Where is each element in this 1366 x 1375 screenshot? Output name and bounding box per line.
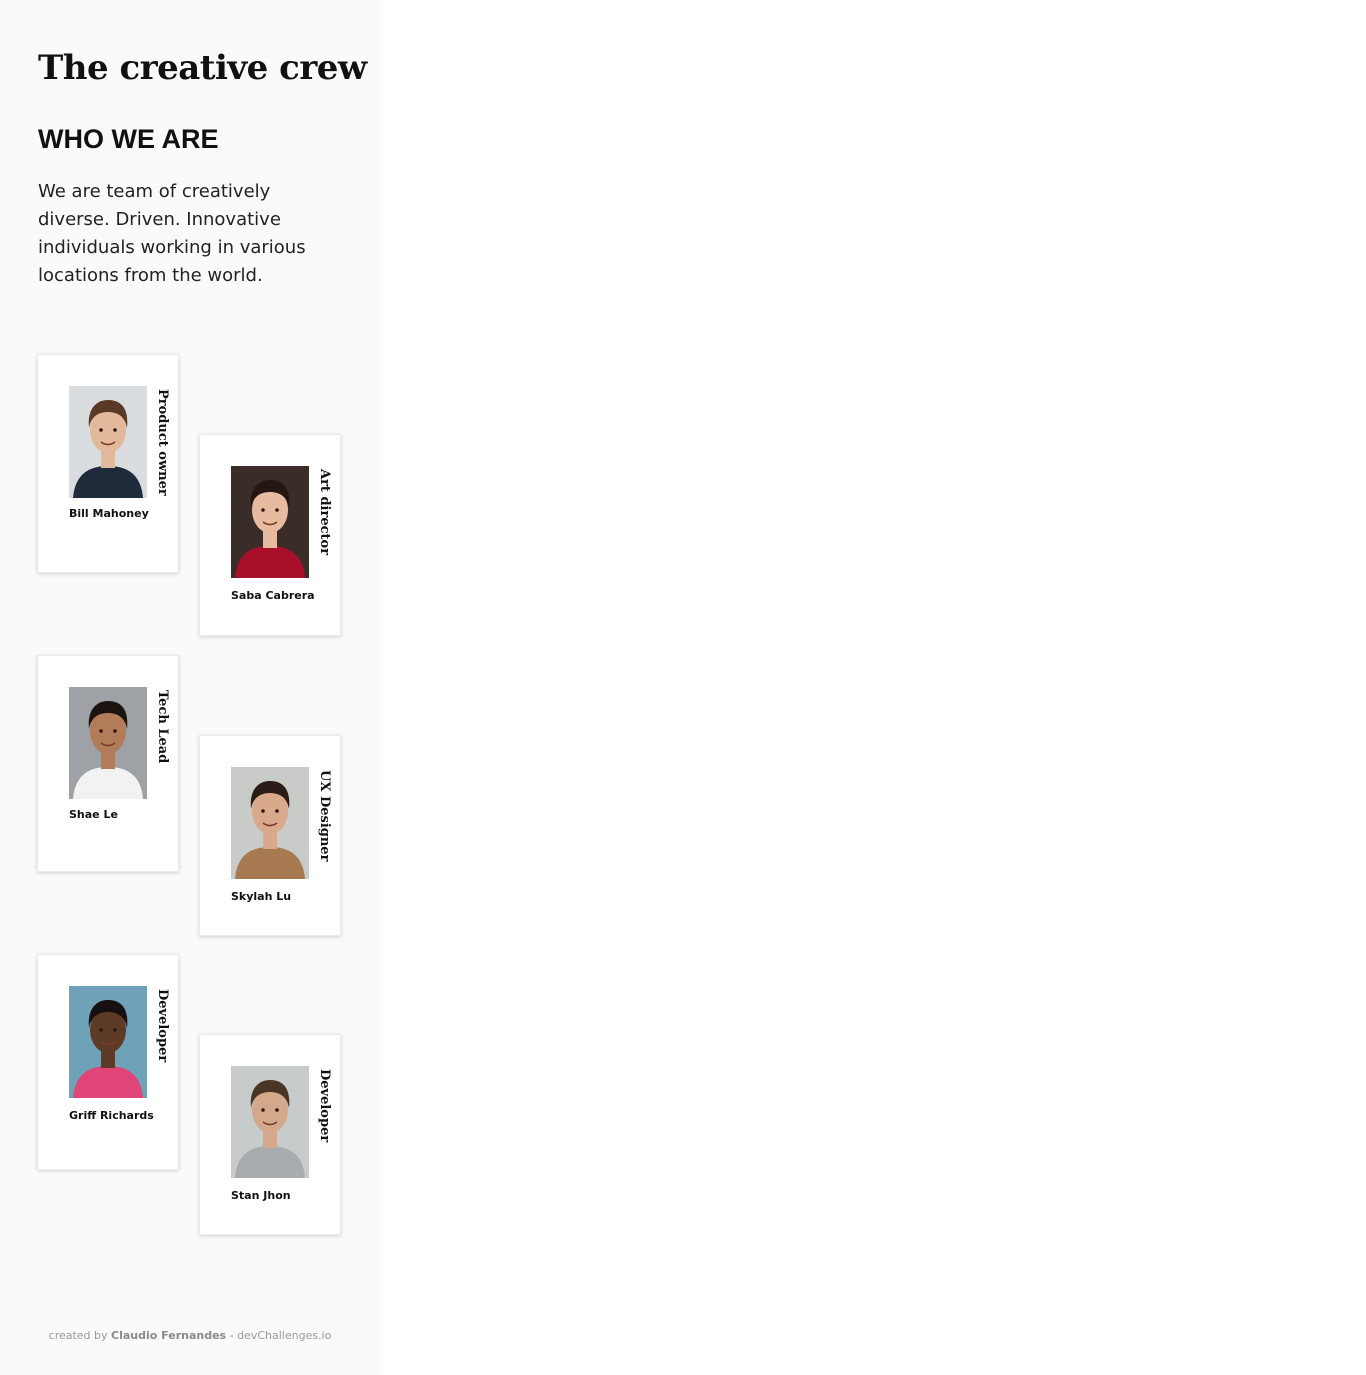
portrait-eye-right xyxy=(275,809,279,813)
portrait-eye-left xyxy=(261,1108,265,1112)
footer-site-link[interactable]: devChallenges.io xyxy=(237,1329,331,1342)
member-photo xyxy=(69,986,147,1098)
team-card[interactable]: UX Designer Skylah Lu xyxy=(199,735,341,936)
member-role: Product owner xyxy=(155,389,170,496)
team-card[interactable]: Product owner Bill Mahoney xyxy=(37,354,179,573)
intro-paragraph: We are team of creatively diverse. Drive… xyxy=(38,181,306,286)
footer-prefix: created by xyxy=(48,1329,108,1342)
portrait-icon xyxy=(69,687,147,799)
portrait-eye-right xyxy=(113,428,117,432)
member-photo xyxy=(231,1066,309,1178)
member-photo xyxy=(69,687,147,799)
portrait-eye-left xyxy=(99,1028,103,1032)
portrait-eye-left xyxy=(261,809,265,813)
section-heading: WHO WE ARE xyxy=(38,124,219,154)
portrait-eye-left xyxy=(99,729,103,733)
portrait-eye-right xyxy=(275,508,279,512)
team-card[interactable]: Developer Griff Richards xyxy=(37,954,179,1170)
left-panel: The creative crew WHO WE ARE We are team… xyxy=(0,0,380,1375)
team-card[interactable]: Tech Lead Shae Le xyxy=(37,655,179,872)
member-name: Bill Mahoney xyxy=(69,507,149,520)
member-role: Tech Lead xyxy=(155,690,170,764)
portrait-icon xyxy=(69,386,147,498)
member-name: Stan Jhon xyxy=(231,1189,291,1202)
member-role: Developer xyxy=(317,1069,332,1143)
member-role: Art director xyxy=(317,469,332,556)
member-name: Shae Le xyxy=(69,808,118,821)
portrait-eye-right xyxy=(275,1108,279,1112)
portrait-eye-left xyxy=(261,508,265,512)
portrait-eye-left xyxy=(99,428,103,432)
member-name: Saba Cabrera xyxy=(231,589,315,602)
portrait-icon xyxy=(69,986,147,1098)
portrait-icon xyxy=(231,466,309,578)
member-photo xyxy=(69,386,147,498)
footer-author-link[interactable]: Claudio Fernandes xyxy=(111,1329,226,1342)
portrait-icon xyxy=(231,767,309,879)
team-card[interactable]: Art director Saba Cabrera xyxy=(199,434,341,636)
portrait-eye-right xyxy=(113,1028,117,1032)
member-name: Skylah Lu xyxy=(231,890,292,903)
portrait-eye-right xyxy=(113,729,117,733)
member-role: Developer xyxy=(155,989,170,1063)
portrait-icon xyxy=(231,1066,309,1178)
team-card[interactable]: Developer Stan Jhon xyxy=(199,1034,341,1235)
page-title: The creative crew xyxy=(38,48,367,88)
member-photo xyxy=(231,767,309,879)
footer-separator: - xyxy=(229,1329,234,1342)
member-photo xyxy=(231,466,309,578)
member-name: Griff Richards xyxy=(69,1109,154,1122)
footer-credit: created by Claudio Fernandes - devChalle… xyxy=(0,1329,380,1342)
member-role: UX Designer xyxy=(317,770,332,862)
